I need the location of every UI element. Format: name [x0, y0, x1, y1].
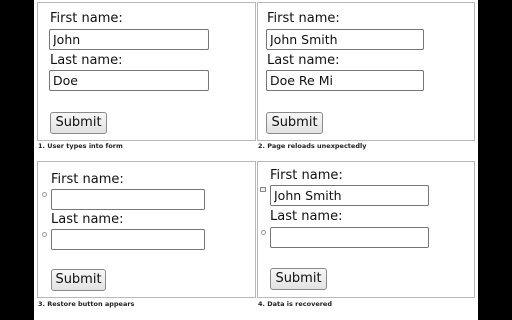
first-name-input[interactable]: [49, 29, 209, 50]
step-caption: 4. Data is recovered: [258, 300, 332, 308]
last-name-input[interactable]: [51, 229, 205, 250]
submit-button[interactable]: Submit: [50, 112, 107, 134]
first-name-label: First name:: [267, 11, 340, 26]
last-name-label: Last name:: [51, 212, 124, 227]
submit-button[interactable]: Submit: [51, 269, 106, 291]
first-name-input[interactable]: [51, 189, 205, 210]
last-name-label: Last name:: [50, 53, 123, 68]
step-caption: 3. Restore button appears: [38, 300, 135, 308]
restore-indicator-icon[interactable]: [42, 192, 47, 197]
first-name-input[interactable]: [270, 185, 429, 206]
last-name-label: Last name:: [267, 53, 340, 68]
restore-indicator-icon[interactable]: [261, 230, 266, 235]
last-name-label: Last name:: [270, 209, 343, 224]
first-name-label: First name:: [51, 172, 124, 187]
last-name-input[interactable]: [270, 227, 429, 248]
step-caption: 2. Page reloads unexpectedly: [258, 142, 367, 150]
restore-indicator-icon[interactable]: [42, 232, 47, 237]
first-name-input[interactable]: [266, 29, 424, 50]
step-caption: 1. User types into form: [38, 142, 123, 150]
first-name-label: First name:: [270, 168, 343, 183]
submit-button[interactable]: Submit: [270, 268, 327, 290]
first-name-label: First name:: [50, 11, 123, 26]
submit-button[interactable]: Submit: [266, 112, 323, 134]
last-name-input[interactable]: [266, 70, 424, 91]
last-name-input[interactable]: [49, 70, 209, 91]
restore-button-icon[interactable]: [260, 187, 266, 192]
